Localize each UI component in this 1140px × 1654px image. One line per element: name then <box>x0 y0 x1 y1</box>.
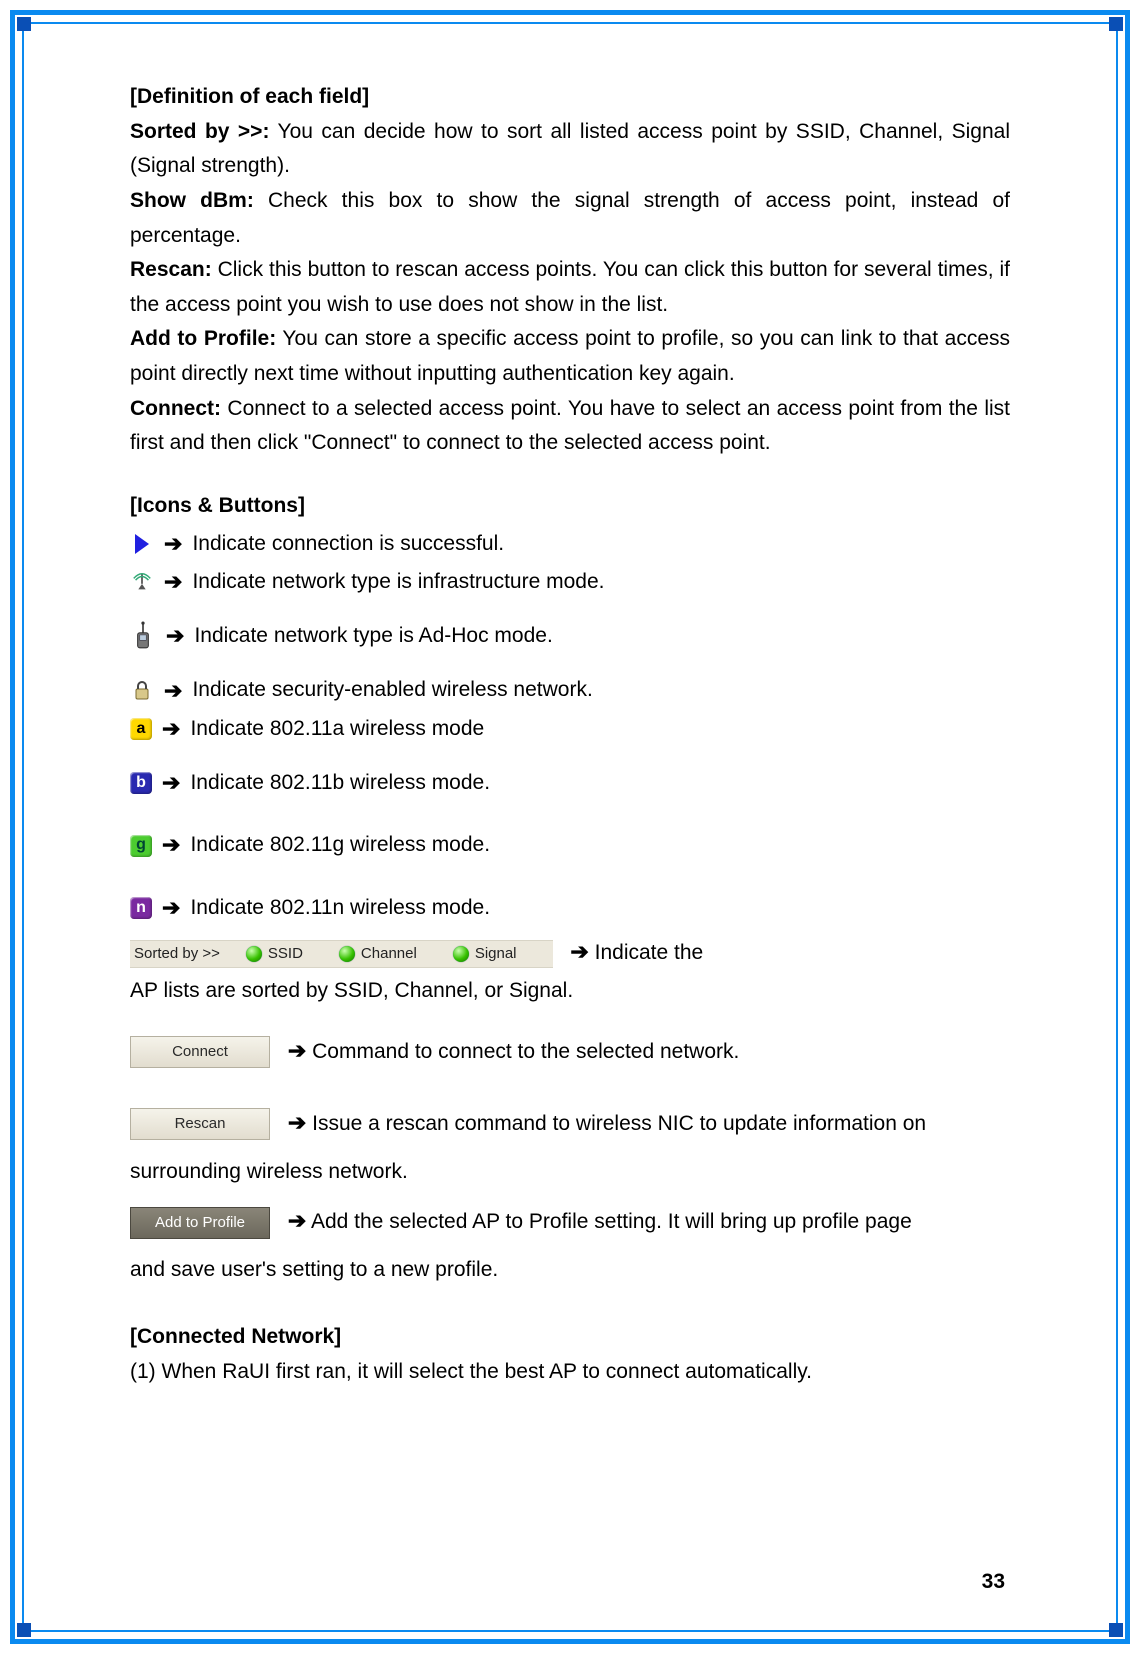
field-label-sorted: Sorted by >>: <box>130 120 269 143</box>
sortbar-label: Sorted by >> <box>132 939 238 969</box>
icon-desc-mode-a: Indicate 802.11a wireless mode <box>190 712 484 747</box>
arrow-icon: ➔ <box>162 827 180 863</box>
def-rescan: Rescan: Click this button to rescan acce… <box>130 253 1010 322</box>
field-label-showdbm: Show dBm: <box>130 189 254 212</box>
icon-row-mode-b: b ➔ Indicate 802.11b wireless mode. <box>130 765 1010 801</box>
icon-row-mode-a: a ➔ Indicate 802.11a wireless mode <box>130 711 1010 747</box>
field-text-connect: Connect to a selected access point. You … <box>130 397 1010 455</box>
arrow-icon: ➔ <box>164 526 182 562</box>
sort-option-channel-label: Channel <box>361 939 417 969</box>
icon-desc-infrastructure: Indicate network type is infrastructure … <box>192 565 604 600</box>
connect-button-desc: Command to connect to the selected netwo… <box>312 1040 739 1063</box>
rescan-button-row: Rescan ➔ Issue a rescan command to wirel… <box>130 1101 1010 1145</box>
arrow-icon: ➔ <box>162 765 180 801</box>
page-content: [Definition of each field] Sorted by >>:… <box>130 80 1010 1389</box>
arrow-icon: ➔ <box>570 939 588 964</box>
triangle-play-icon <box>130 532 154 556</box>
icon-row-successful: ➔ Indicate connection is successful. <box>130 526 1010 562</box>
page-number: 33 <box>982 1570 1005 1594</box>
icon-desc-mode-g: Indicate 802.11g wireless mode. <box>190 828 490 863</box>
sort-option-ssid-label: SSID <box>268 939 303 969</box>
arrow-icon: ➔ <box>288 1208 306 1233</box>
rescan-button-desc-rest: surrounding wireless network. <box>130 1155 1010 1190</box>
icon-row-security: ➔ Indicate security-enabled wireless net… <box>130 673 1010 709</box>
def-sorted: Sorted by >>: You can decide how to sort… <box>130 115 1010 184</box>
icon-row-infrastructure: ➔ Indicate network type is infrastructur… <box>130 564 1010 600</box>
arrow-icon: ➔ <box>162 890 180 926</box>
icon-row-mode-n: n ➔ Indicate 802.11n wireless mode. <box>130 890 1010 926</box>
corner-decoration <box>1109 1623 1123 1637</box>
icon-desc-security: Indicate security-enabled wireless netwo… <box>192 673 592 708</box>
icon-desc-mode-b: Indicate 802.11b wireless mode. <box>190 766 490 801</box>
sortbar-desc-lead: Indicate the <box>595 941 704 964</box>
arrow-icon: ➔ <box>166 618 184 654</box>
sortbar-row: Sorted by >> SSID Channel Signal ➔ Indic… <box>130 930 1010 974</box>
radio-icon <box>339 946 355 962</box>
infrastructure-icon <box>130 570 154 594</box>
add-profile-button-row: Add to Profile ➔ Add the selected AP to … <box>130 1199 1010 1243</box>
arrow-icon: ➔ <box>288 1038 306 1063</box>
icon-row-mode-g: g ➔ Indicate 802.11g wireless mode. <box>130 827 1010 863</box>
connect-button-row: Connect ➔ Command to connect to the sele… <box>130 1029 1010 1073</box>
radio-icon <box>246 946 262 962</box>
mode-n-icon: n <box>130 897 152 919</box>
corner-decoration <box>1109 17 1123 31</box>
def-addprofile: Add to Profile: You can store a specific… <box>130 322 1010 391</box>
arrow-icon: ➔ <box>164 564 182 600</box>
def-showdbm: Show dBm: Check this box to show the sig… <box>130 184 1010 253</box>
mode-b-icon: b <box>130 772 152 794</box>
add-to-profile-button[interactable]: Add to Profile <box>130 1207 270 1239</box>
radio-icon <box>453 946 469 962</box>
connect-button[interactable]: Connect <box>130 1036 270 1068</box>
section-heading-connected: [Connected Network] <box>130 1320 1010 1355</box>
section-heading-definition: [Definition of each field] <box>130 80 1010 115</box>
arrow-icon: ➔ <box>288 1110 306 1135</box>
section-heading-icons: [Icons & Buttons] <box>130 489 1010 524</box>
add-profile-desc-lead: Add the selected AP to Profile setting. … <box>311 1210 912 1233</box>
sort-option-channel[interactable]: Channel <box>331 939 445 969</box>
sort-bar[interactable]: Sorted by >> SSID Channel Signal <box>130 940 553 968</box>
corner-decoration <box>17 1623 31 1637</box>
mode-g-icon: g <box>130 835 152 857</box>
sortbar-desc-rest: AP lists are sorted by SSID, Channel, or… <box>130 974 1010 1009</box>
def-connect: Connect: Connect to a selected access po… <box>130 392 1010 461</box>
adhoc-icon <box>130 621 156 651</box>
rescan-button-desc-lead: Issue a rescan command to wireless NIC t… <box>312 1112 926 1135</box>
lock-icon <box>130 679 154 703</box>
arrow-icon: ➔ <box>164 673 182 709</box>
icon-desc-successful: Indicate connection is successful. <box>192 527 504 562</box>
icon-row-adhoc: ➔ Indicate network type is Ad-Hoc mode. <box>130 618 1010 654</box>
connected-item-1: (1) When RaUI first ran, it will select … <box>130 1355 1010 1390</box>
corner-decoration <box>17 17 31 31</box>
arrow-icon: ➔ <box>162 711 180 747</box>
field-label-rescan: Rescan: <box>130 258 212 281</box>
field-label-connect: Connect: <box>130 397 221 420</box>
mode-a-icon: a <box>130 718 152 740</box>
rescan-button[interactable]: Rescan <box>130 1108 270 1140</box>
sort-option-signal[interactable]: Signal <box>445 939 545 969</box>
field-text-rescan: Click this button to rescan access point… <box>130 258 1010 316</box>
add-profile-desc-rest: and save user's setting to a new profile… <box>130 1253 1010 1288</box>
field-label-addprofile: Add to Profile: <box>130 327 276 350</box>
sort-option-ssid[interactable]: SSID <box>238 939 331 969</box>
icon-desc-mode-n: Indicate 802.11n wireless mode. <box>190 891 490 926</box>
icon-desc-adhoc: Indicate network type is Ad-Hoc mode. <box>194 619 552 654</box>
sort-option-signal-label: Signal <box>475 939 517 969</box>
field-text-showdbm: Check this box to show the signal streng… <box>130 189 1010 247</box>
